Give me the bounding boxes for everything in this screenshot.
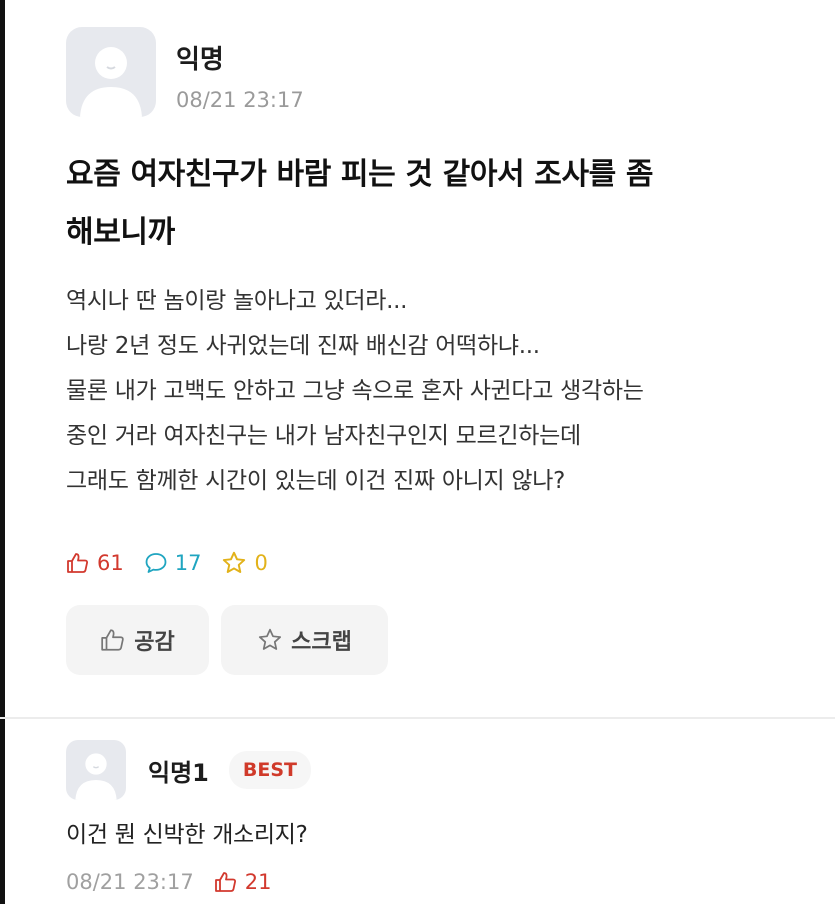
post-body-line: 나랑 2년 정도 사귀었는데 진짜 배신감 어떡하냐...	[66, 333, 540, 359]
comment-text: 이건 뭔 신박한 개소리지?	[66, 822, 308, 848]
scrap-count: 0	[221, 550, 268, 576]
anonymous-user-icon	[75, 753, 117, 800]
comment-count-value: 17	[174, 551, 202, 575]
scrap-count-value: 0	[254, 551, 268, 575]
post-title-line: 해보니까	[66, 215, 175, 250]
thumbs-up-icon	[67, 553, 88, 573]
post-body-line: 역시나 딴 놈이랑 놀아나고 있더라...	[66, 288, 408, 314]
comment-author-name: 익명1	[148, 758, 209, 787]
post-author-header: 익명 08/21 23:17	[66, 27, 304, 117]
comment-meta: 08/21 23:17 21	[66, 870, 271, 894]
post-title-line: 요즘 여자친구가 바람 피는 것 같아서 조사를 좀	[66, 157, 654, 192]
like-button-label: 공감	[134, 630, 175, 655]
author-name: 익명	[176, 45, 224, 75]
scrap-button-label: 스크랩	[291, 630, 352, 655]
speech-bubble-icon	[145, 553, 167, 573]
post-body-line: 물론 내가 고백도 안하고 그냥 속으로 혼자 사귄다고 생각하는	[66, 378, 644, 404]
best-badge: BEST	[228, 751, 311, 789]
star-icon	[223, 551, 246, 573]
post-date: 08/21 23:17	[176, 88, 304, 112]
star-icon	[259, 628, 282, 650]
avatar[interactable]	[66, 27, 156, 117]
comment-like-count[interactable]: 21	[214, 870, 272, 894]
comment-author-header: 익명1 BEST	[66, 740, 311, 800]
section-divider	[0, 717, 835, 719]
like-count: 61	[66, 551, 124, 575]
thumbs-up-icon	[101, 629, 124, 651]
scrap-button[interactable]: 스크랩	[221, 605, 388, 675]
avatar[interactable]	[66, 740, 126, 800]
comment-count: 17	[144, 551, 202, 575]
thumbs-up-icon	[214, 872, 236, 892]
comment-date: 08/21 23:17	[66, 870, 194, 894]
post-body: 역시나 딴 놈이랑 놀아나고 있더라... 나랑 2년 정도 사귀었는데 진짜 …	[66, 279, 826, 504]
comment-like-value: 21	[244, 870, 272, 894]
post-title: 요즘 여자친구가 바람 피는 것 같아서 조사를 좀 해보니까	[66, 146, 826, 262]
left-edge-bar	[0, 0, 5, 904]
post-body-line: 그래도 함께한 시간이 있는데 이건 진짜 아니지 않나?	[66, 468, 566, 494]
post-stats: 61 17 0	[66, 550, 288, 576]
like-count-value: 61	[97, 551, 124, 575]
post-body-line: 중인 거라 여자친구는 내가 남자친구인지 모르긴하는데	[66, 423, 581, 449]
anonymous-user-icon	[80, 47, 142, 117]
like-button[interactable]: 공감	[66, 605, 209, 675]
